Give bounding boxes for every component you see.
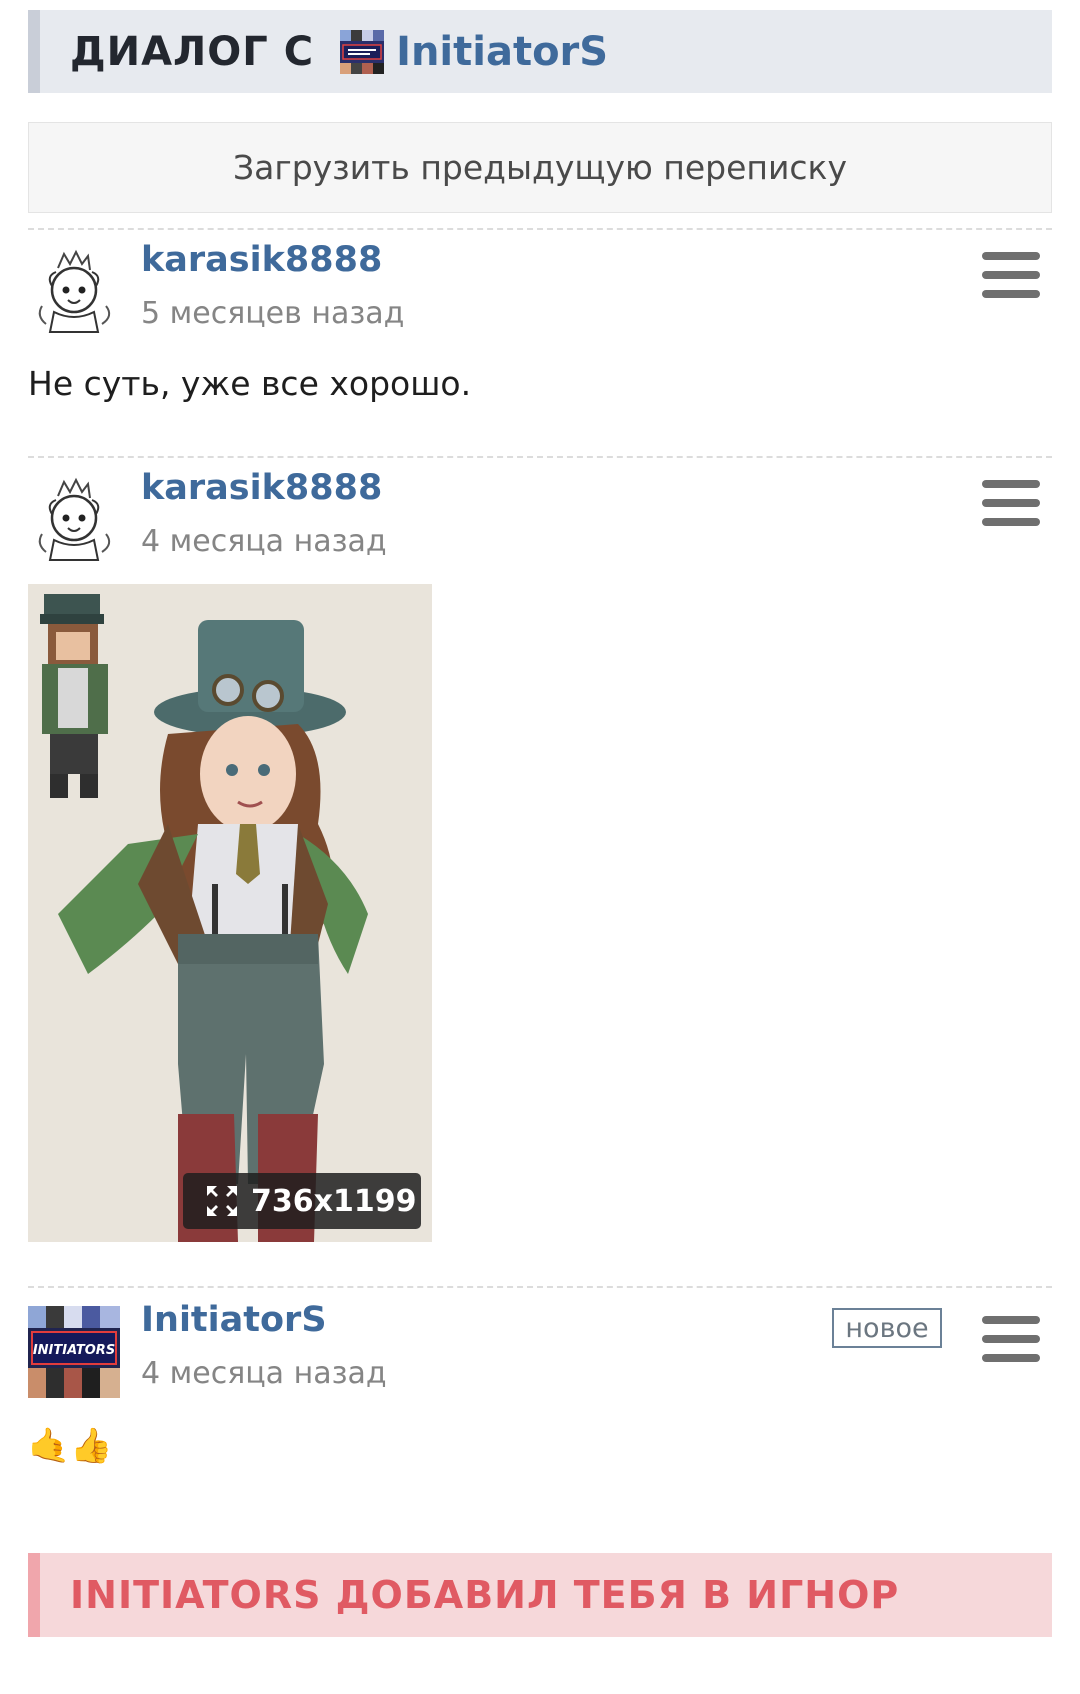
dialog-header: ДИАЛОГ С InitiatorS [28,10,1052,93]
menu-bar-icon [982,271,1040,279]
menu-bar-icon [982,252,1040,260]
new-message-badge: новое [832,1308,942,1348]
message-author-link[interactable]: karasik8888 [141,468,382,508]
message-divider [28,456,1052,458]
expand-icon [207,1186,237,1216]
message-author-link[interactable]: InitiatorS [141,1300,327,1340]
avatar-logo-text: INITIATORS [33,1343,115,1358]
message-menu-button[interactable] [982,480,1040,526]
image-size-label: 736x1199 [251,1183,417,1219]
attachment-illustration [28,584,432,1242]
user-avatar[interactable] [28,246,120,338]
menu-bar-icon [982,1354,1040,1362]
message-divider [28,1286,1052,1288]
menu-bar-icon [982,518,1040,526]
message-timestamp: 5 месяцев назад [141,296,405,331]
message-divider [28,228,1052,230]
user-avatar[interactable]: INITIATORS [28,1306,120,1398]
message-emoji: 🤙👍 [28,1426,113,1466]
message-timestamp: 4 месяца назад [141,1356,387,1391]
image-size-button[interactable]: 736x1199 [183,1173,421,1229]
partner-avatar[interactable] [340,29,385,74]
message-menu-button[interactable] [982,1316,1040,1362]
user-avatar[interactable] [28,474,120,566]
message-menu-button[interactable] [982,252,1040,298]
message-author-link[interactable]: karasik8888 [141,240,382,280]
dialog-title: ДИАЛОГ С [70,28,315,75]
menu-bar-icon [982,1316,1040,1324]
image-attachment[interactable]: 736x1199 [28,584,432,1242]
menu-bar-icon [982,480,1040,488]
message-timestamp: 4 месяца назад [141,524,387,559]
message-text: Не суть, уже все хорошо. [28,364,472,403]
menu-bar-icon [982,1335,1040,1343]
menu-bar-icon [982,290,1040,298]
ignore-notice-banner: INITIATORS ДОБАВИЛ ТЕБЯ В ИГНОР [28,1553,1052,1637]
partner-username-link[interactable]: InitiatorS [396,29,608,75]
load-previous-button[interactable]: Загрузить предыдущую переписку [28,122,1052,213]
menu-bar-icon [982,499,1040,507]
